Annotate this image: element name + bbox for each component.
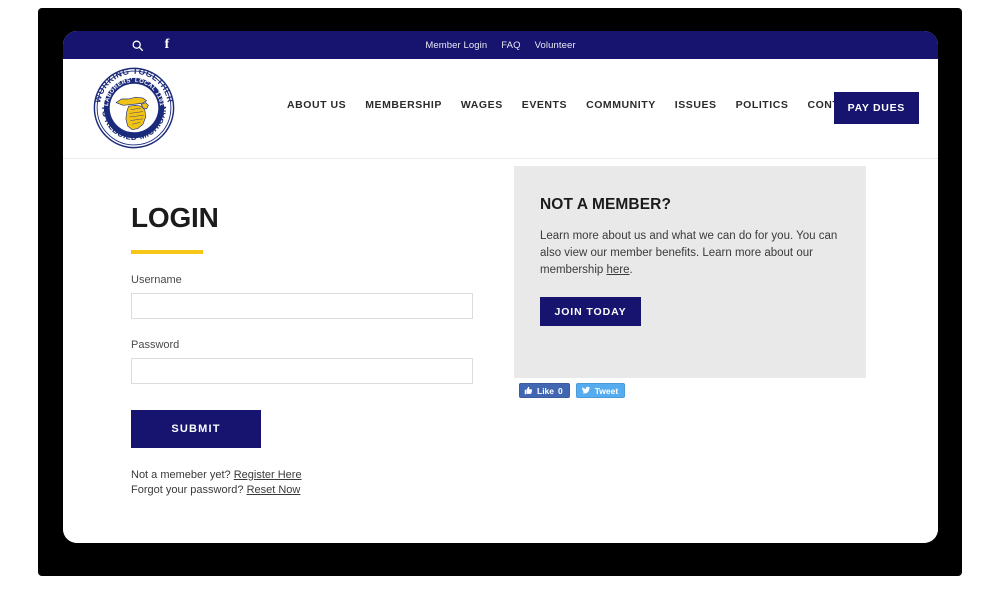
membership-here-link[interactable]: here	[606, 264, 629, 276]
title-accent-rule	[131, 250, 203, 254]
login-form-column: LOGIN Username Password SUBMIT Not a mem…	[131, 204, 479, 498]
page-content: LOGIN Username Password SUBMIT Not a mem…	[63, 159, 938, 543]
nav-item-membership[interactable]: MEMBERSHIP	[365, 99, 442, 111]
panel-body-text-part2: .	[629, 264, 633, 276]
site-logo[interactable]: WORKING TOGETHER TO REBUILD MICHIGAN LAB…	[89, 63, 179, 153]
forgot-prompt-text: Forgot your password?	[131, 484, 247, 496]
topbar-link-faq[interactable]: FAQ	[501, 40, 520, 51]
pay-dues-button[interactable]: PAY DUES	[833, 92, 919, 124]
nav-item-community[interactable]: COMMUNITY	[586, 99, 656, 111]
utility-topbar: f Member Login FAQ Volunteer	[63, 31, 938, 59]
screenshot-root: f Member Login FAQ Volunteer WORKING TOG…	[0, 0, 1000, 599]
facebook-like-count: 0	[558, 385, 563, 396]
site-header: WORKING TOGETHER TO REBUILD MICHIGAN LAB…	[63, 59, 938, 159]
panel-body-text-part1: Learn more about us and what we can do f…	[540, 230, 838, 276]
facebook-like-label: Like	[537, 385, 555, 396]
username-label: Username	[131, 274, 182, 286]
register-line: Not a memeber yet? Register Here	[131, 468, 479, 483]
password-label: Password	[131, 339, 180, 351]
primary-navigation: ABOUT US MEMBERSHIP WAGES EVENTS COMMUNI…	[287, 99, 862, 111]
reset-now-link[interactable]: Reset Now	[247, 484, 301, 496]
facebook-like-button[interactable]: Like 0	[519, 383, 570, 398]
topbar-links: Member Login FAQ Volunteer	[63, 40, 938, 51]
panel-description: Learn more about us and what we can do f…	[540, 228, 840, 279]
password-input[interactable]	[131, 358, 473, 384]
panel-inner: NOT A MEMBER? Learn more about us and wh…	[514, 166, 866, 326]
nav-item-about-us[interactable]: ABOUT US	[287, 99, 346, 111]
join-today-button[interactable]: JOIN TODAY	[540, 297, 641, 326]
social-share-row: Like 0 Tweet	[519, 383, 626, 398]
submit-button[interactable]: SUBMIT	[131, 410, 261, 448]
thumbs-up-icon	[524, 386, 533, 395]
topbar-link-volunteer[interactable]: Volunteer	[535, 40, 576, 51]
login-helper-links: Not a memeber yet? Register Here Forgot …	[131, 468, 479, 498]
username-input[interactable]	[131, 293, 473, 319]
twitter-bird-icon	[581, 386, 591, 395]
forgot-password-line: Forgot your password? Reset Now	[131, 483, 479, 498]
nav-item-events[interactable]: EVENTS	[522, 99, 567, 111]
twitter-tweet-label: Tweet	[594, 385, 619, 396]
panel-title: NOT A MEMBER?	[540, 196, 672, 213]
nav-item-issues[interactable]: ISSUES	[675, 99, 717, 111]
twitter-tweet-button[interactable]: Tweet	[575, 383, 626, 398]
browser-page: f Member Login FAQ Volunteer WORKING TOG…	[63, 31, 938, 543]
register-here-link[interactable]: Register Here	[234, 469, 302, 481]
nav-item-politics[interactable]: POLITICS	[736, 99, 789, 111]
password-field-group: Password	[131, 339, 479, 384]
page-title: LOGIN	[131, 202, 219, 233]
topbar-link-member-login[interactable]: Member Login	[425, 40, 487, 51]
register-prompt-text: Not a memeber yet?	[131, 469, 234, 481]
nav-item-wages[interactable]: WAGES	[461, 99, 503, 111]
username-field-group: Username	[131, 274, 479, 319]
not-a-member-panel: NOT A MEMBER? Learn more about us and wh…	[514, 166, 866, 378]
